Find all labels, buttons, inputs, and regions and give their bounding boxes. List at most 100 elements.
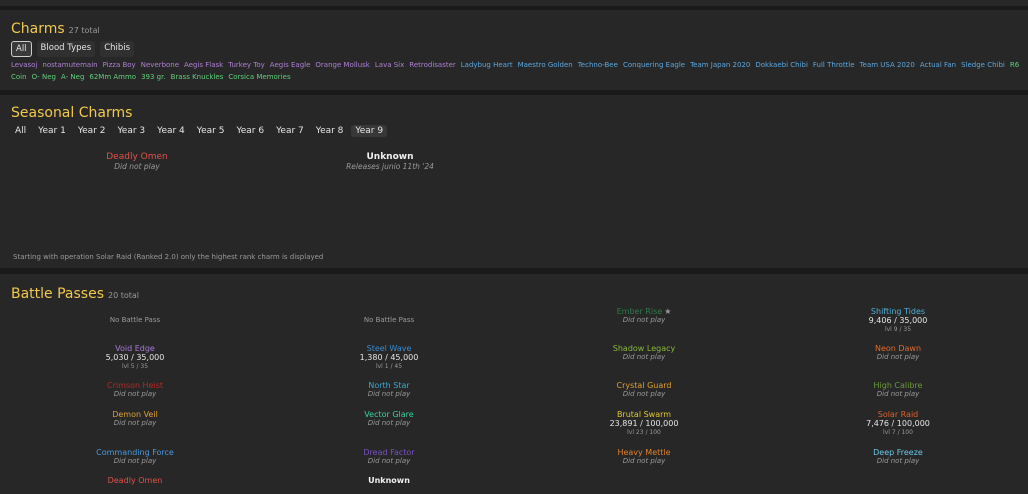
battle-pass-points: 5,030 / 35,000 bbox=[105, 353, 165, 362]
charms-count: 27 total bbox=[68, 26, 100, 35]
seasonal-charm-card: Deadly Omen Did not play bbox=[17, 152, 257, 171]
battle-pass-name: Ember Rise bbox=[616, 307, 663, 316]
charm-item: Corsica Memories bbox=[228, 73, 291, 81]
tab-year-9[interactable]: Year 9 bbox=[351, 125, 388, 137]
tab-year-7[interactable]: Year 7 bbox=[272, 125, 308, 137]
battle-pass-name: Commanding Force bbox=[96, 448, 174, 457]
battle-pass-name: Deadly Omen bbox=[107, 476, 163, 485]
tab-all[interactable]: All bbox=[11, 41, 32, 57]
battle-pass-item: Shadow Legacy Did not play bbox=[517, 344, 771, 362]
tab-year-1[interactable]: Year 1 bbox=[34, 125, 70, 137]
seasonal-charm-name: Unknown bbox=[366, 152, 414, 162]
no-battle-pass-label: No Battle Pass bbox=[363, 316, 415, 324]
charm-item: Retrodisaster bbox=[409, 61, 456, 69]
charm-item: Brass Knuckles bbox=[170, 73, 224, 81]
battle-pass-item: Ember Rise ★ Did not play bbox=[517, 307, 771, 325]
battle-pass-status: Did not play bbox=[622, 390, 666, 398]
charms-title: Charms bbox=[11, 21, 65, 37]
charm-item: Neverbone bbox=[140, 61, 180, 69]
battle-pass-name: Crimson Heist bbox=[106, 381, 164, 390]
seasonal-charm-status: Did not play bbox=[114, 162, 160, 171]
charm-item: Aegis Flask bbox=[184, 61, 224, 69]
charms-heading: Charms 27 total bbox=[11, 21, 100, 37]
battle-pass-points: 9,406 / 35,000 bbox=[868, 316, 928, 325]
battle-pass-name: High Calibre bbox=[873, 381, 923, 390]
year-tabs: All Year 1 Year 2 Year 3 Year 4 Year 5 Y… bbox=[11, 125, 388, 137]
battle-pass-status: Did not play bbox=[367, 457, 411, 465]
charm-item: Dokkaebi Chibi bbox=[755, 61, 808, 69]
battle-pass-empty: No Battle Pass bbox=[262, 316, 516, 325]
battle-pass-name: Shadow Legacy bbox=[612, 344, 676, 353]
charm-item: 62Mm Ammo bbox=[89, 73, 137, 81]
star-icon: ★ bbox=[664, 307, 672, 316]
battle-pass-status: Did not play bbox=[622, 316, 666, 324]
battle-pass-item: Unknown bbox=[262, 476, 516, 485]
seasonal-charms-title: Seasonal Charms bbox=[11, 105, 133, 121]
charm-item: Team USA 2020 bbox=[859, 61, 915, 69]
battle-pass-name: Vector Glare bbox=[364, 410, 414, 419]
battle-pass-status: Did not play bbox=[876, 457, 920, 465]
charm-item: Maestro Golden bbox=[517, 61, 573, 69]
battle-pass-name: Steel Wave bbox=[366, 344, 412, 353]
seasonal-charm-status: Releases junio 11th '24 bbox=[346, 162, 434, 171]
battle-pass-level: lvl 9 / 35 bbox=[884, 326, 912, 333]
charm-item: nostamutemain bbox=[42, 61, 98, 69]
seasonal-charm-card: Unknown Releases junio 11th '24 bbox=[270, 152, 510, 171]
battle-passes-panel: Battle Passes 20 total No Battle Pass No … bbox=[0, 274, 1028, 494]
battle-pass-level: lvl 1 / 45 bbox=[375, 363, 403, 370]
tab-year-5[interactable]: Year 5 bbox=[193, 125, 229, 137]
battle-pass-item: High Calibre Did not play bbox=[771, 381, 1025, 399]
tab-year-4[interactable]: Year 4 bbox=[153, 125, 189, 137]
battle-pass-status: Did not play bbox=[367, 390, 411, 398]
battle-passes-heading: Battle Passes 20 total bbox=[11, 286, 139, 302]
battle-pass-item: Heavy Mettle Did not play bbox=[517, 448, 771, 466]
battle-pass-points: 23,891 / 100,000 bbox=[609, 419, 679, 428]
battle-pass-level: lvl 23 / 100 bbox=[627, 429, 661, 436]
battle-pass-name: Void Edge bbox=[115, 344, 155, 353]
tab-year-6[interactable]: Year 6 bbox=[232, 125, 268, 137]
battle-pass-item: Crimson Heist Did not play bbox=[8, 381, 262, 399]
battle-pass-item: Vector Glare Did not play bbox=[262, 410, 516, 428]
charm-item: Orange Mollusk bbox=[315, 61, 370, 69]
tab-year-8[interactable]: Year 8 bbox=[312, 125, 348, 137]
charm-item: Team Japan 2020 bbox=[690, 61, 751, 69]
battle-pass-status: Did not play bbox=[876, 353, 920, 361]
battle-passes-count: 20 total bbox=[108, 291, 140, 300]
tab-year-2[interactable]: Year 2 bbox=[74, 125, 110, 137]
seasonal-charm-name: Deadly Omen bbox=[106, 152, 168, 162]
charm-item: Levasoj bbox=[11, 61, 38, 69]
battle-pass-points: 7,476 / 100,000 bbox=[866, 419, 930, 428]
battle-pass-name: Heavy Mettle bbox=[617, 448, 671, 457]
battle-pass-points: 1,380 / 45,000 bbox=[359, 353, 419, 362]
battle-pass-level: lvl 7 / 100 bbox=[883, 429, 913, 436]
battle-pass-name: Unknown bbox=[368, 476, 410, 485]
tab-blood-types[interactable]: Blood Types bbox=[36, 41, 96, 57]
battle-pass-name: Dread Factor bbox=[363, 448, 415, 457]
charm-item: Lava Six bbox=[374, 61, 405, 69]
battle-pass-name: Deep Freeze bbox=[873, 448, 923, 457]
battle-pass-status: Did not play bbox=[622, 457, 666, 465]
battle-pass-item: North Star Did not play bbox=[262, 381, 516, 399]
battle-pass-item: Dread Factor Did not play bbox=[262, 448, 516, 466]
top-panel-edge bbox=[0, 0, 1028, 6]
charms-panel: Charms 27 total All Blood Types Chibis Le… bbox=[0, 10, 1028, 90]
battle-pass-level: lvl 5 / 35 bbox=[121, 363, 149, 370]
battle-pass-name: Neon Dawn bbox=[874, 344, 922, 353]
tab-year-all[interactable]: All bbox=[11, 125, 30, 137]
charm-item: O- Neg bbox=[31, 73, 57, 81]
battle-pass-status: Did not play bbox=[367, 419, 411, 427]
battle-pass-name: Demon Veil bbox=[112, 410, 158, 419]
battle-pass-name: Crystal Guard bbox=[616, 381, 672, 390]
tab-year-3[interactable]: Year 3 bbox=[113, 125, 149, 137]
battle-pass-item: Commanding Force Did not play bbox=[8, 448, 262, 466]
battle-pass-item: Crystal Guard Did not play bbox=[517, 381, 771, 399]
battle-pass-item: Void Edge 5,030 / 35,000 lvl 5 / 35 bbox=[8, 344, 262, 371]
charm-item: Pizza Boy bbox=[102, 61, 136, 69]
charm-item: Aegis Eagle bbox=[269, 61, 311, 69]
no-battle-pass-label: No Battle Pass bbox=[109, 316, 161, 324]
battle-pass-name: Shifting Tides bbox=[870, 307, 926, 316]
tab-chibis[interactable]: Chibis bbox=[100, 41, 135, 57]
charm-list: Levasoj nostamutemain Pizza Boy Neverbone Ae… bbox=[11, 59, 1021, 83]
battle-pass-status: Did not play bbox=[113, 419, 157, 427]
battle-pass-item: Solar Raid 7,476 / 100,000 lvl 7 / 100 bbox=[771, 410, 1025, 437]
